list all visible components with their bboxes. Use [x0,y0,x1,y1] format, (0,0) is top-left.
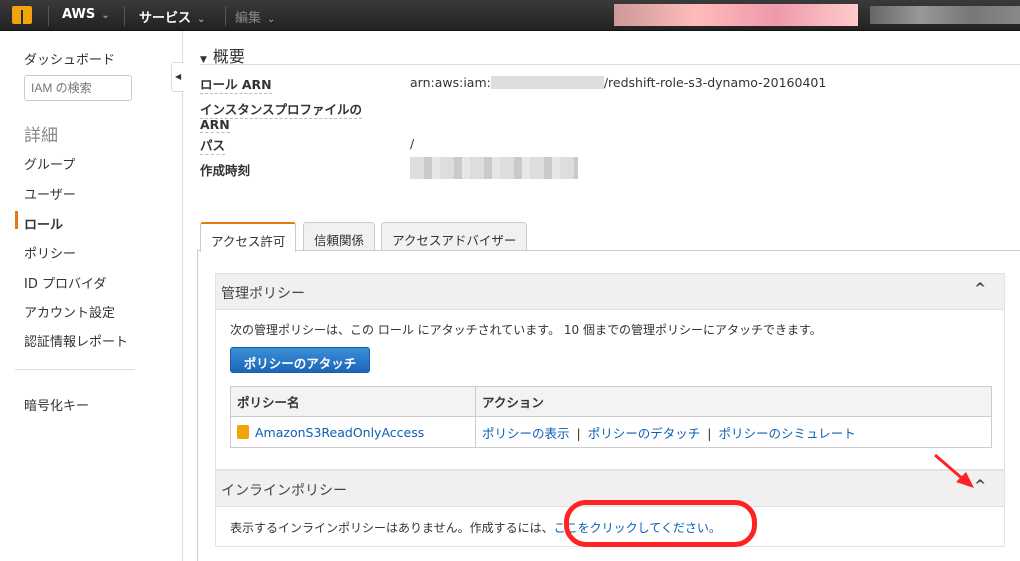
path-value: / [410,136,415,151]
summary-section-header[interactable]: ▼ 概要 [200,43,1020,66]
edit-menu-label: 編集 [235,11,262,26]
inline-policies-title: インラインポリシー [221,483,347,499]
created-value-blurred [410,157,578,179]
annotation-highlight-ring [564,500,757,547]
sidebar-item-identity-providers[interactable]: ID プロバイダ [24,273,106,292]
actions-cell: ポリシーの表示 | ポリシーのデタッチ | ポリシーのシミュレート [475,416,992,448]
role-arn-label: ロール ARN [200,74,272,94]
aws-managed-policy-icon [237,424,249,439]
tab-permissions[interactable]: アクセス許可 [200,222,297,252]
instance-profile-arn-label-cont: ARN [200,117,230,133]
annotation-arrow-icon [934,453,974,488]
sidebar-item-account-settings[interactable]: アカウント設定 [24,302,115,321]
sidebar-item-groups[interactable]: グループ [24,154,75,173]
account-menu-blurred[interactable] [614,4,858,26]
simulate-policy-link[interactable]: ポリシーのシミュレート [718,426,855,441]
services-menu[interactable]: サービス ⌄ [139,7,205,26]
sidebar-heading-details: 詳細 [24,126,58,146]
managed-policies-title: 管理ポリシー [221,286,305,302]
tab-access-advisor[interactable]: アクセスアドバイザー [381,222,528,251]
account-id-blurred [490,76,604,89]
inline-message-text: 表示するインラインポリシーはありません。作成するには、 [230,521,554,535]
managed-policies-table: ポリシー名 アクション AmazonS3ReadOnlyAccess ポリシーの表… [230,386,992,448]
sidebar-item-roles[interactable]: ロール [24,214,63,233]
region-menu-blurred[interactable] [870,6,1020,24]
detach-policy-link[interactable]: ポリシーのデタッチ [588,426,701,441]
aws-menu-label: AWS [62,7,96,22]
summary-title: 概要 [212,47,245,66]
divider [124,6,125,26]
column-header-policy-name: ポリシー名 [230,386,476,417]
column-header-actions: アクション [475,386,992,417]
aws-menu[interactable]: AWS ⌄ [62,7,110,22]
created-label: 作成時刻 [200,163,251,178]
arn-prefix: arn:aws:iam: [410,75,491,90]
chevron-down-icon: ⌄ [267,14,276,25]
top-nav-bar: AWS ⌄ サービス ⌄ 編集 ⌄ [0,0,1020,31]
chevron-up-icon[interactable]: ^ [974,281,986,297]
chevron-down-icon: ⌄ [197,14,206,25]
caret-left-icon: ◀ [175,72,182,81]
sidebar-item-users[interactable]: ユーザー [24,184,76,203]
active-indicator [15,211,18,229]
instance-profile-arn-label: インスタンスプロファイルの [200,99,363,119]
policy-link[interactable]: AmazonS3ReadOnlyAccess [255,425,424,440]
aws-logo-icon[interactable] [12,6,32,24]
path-label: パス [200,135,226,155]
policy-name-cell: AmazonS3ReadOnlyAccess [230,416,476,448]
sidebar-item-dashboard[interactable]: ダッシュボード [24,49,115,68]
table-row: AmazonS3ReadOnlyAccess ポリシーの表示 | ポリシーのデタッチ… [230,416,992,448]
divider [48,6,49,26]
divider [15,369,135,370]
sidebar-item-credential-report[interactable]: 認証情報レポート [24,331,128,350]
collapse-sidebar-button[interactable]: ◀ [171,62,184,92]
divider [225,6,226,26]
table-header-row: ポリシー名 アクション [230,386,992,417]
attach-policy-button[interactable]: ポリシーのアタッチ [230,347,370,373]
caret-down-icon: ▼ [200,55,207,65]
sidebar-item-policies[interactable]: ポリシー [24,243,76,262]
chevron-down-icon: ⌄ [101,10,110,21]
role-arn-value: arn:aws:iam: /redshift-role-s3-dynamo-201… [410,75,826,90]
managed-policies-header[interactable]: 管理ポリシー ^ [215,273,1005,310]
edit-menu[interactable]: 編集 ⌄ [235,7,275,26]
show-policy-link[interactable]: ポリシーの表示 [482,426,570,441]
arn-suffix: /redshift-role-s3-dynamo-20160401 [603,75,827,90]
sidebar: ダッシュボード 詳細 グループ ユーザー ロール ポリシー ID プロバイダ ア… [0,31,183,561]
sidebar-item-encryption-keys[interactable]: 暗号化キー [24,395,89,414]
services-menu-label: サービス [139,11,192,26]
managed-policies-description: 次の管理ポリシーは、この ロール にアタッチされています。 10 個までの管理ポ… [230,323,822,337]
arrow-shaft [934,453,965,482]
iam-search-input[interactable] [24,75,132,101]
tab-trust-relationships[interactable]: 信頼関係 [303,222,376,251]
